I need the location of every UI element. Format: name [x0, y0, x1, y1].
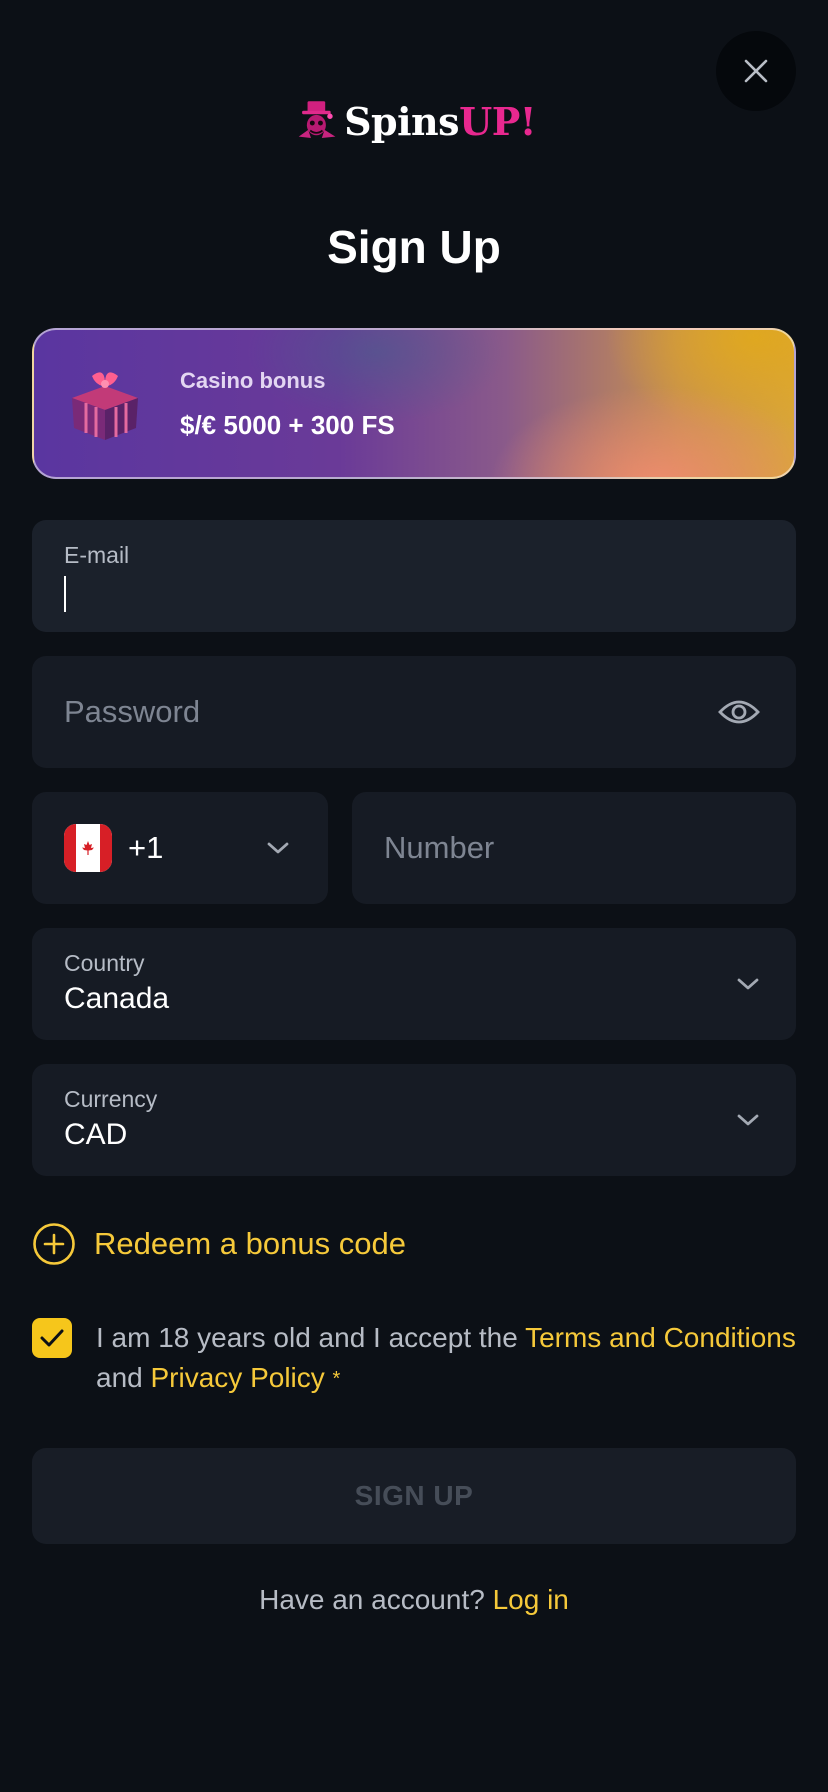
bonus-label: Casino bonus	[180, 368, 326, 393]
country-label: Country	[64, 950, 145, 976]
phone-number-field[interactable]: Number	[352, 792, 796, 904]
email-field[interactable]: E-mail	[32, 520, 796, 632]
gift-icon	[72, 372, 138, 440]
currency-dropdown	[736, 1064, 760, 1176]
redeem-bonus-code[interactable]: Redeem a bonus code	[32, 1222, 406, 1266]
plus-circle-icon	[33, 1223, 75, 1265]
checkmark-icon	[40, 1329, 64, 1347]
terms-link[interactable]: Terms and Conditions	[525, 1322, 796, 1353]
country-value: Canada	[64, 982, 170, 1015]
brand-logo: SpinsUP!	[296, 90, 536, 152]
login-link[interactable]: Log in	[493, 1584, 569, 1615]
terms-checkbox[interactable]	[32, 1318, 72, 1358]
currency-value: CAD	[64, 1118, 128, 1151]
password-field[interactable]: Password	[32, 656, 796, 768]
text-caret	[64, 576, 66, 612]
signup-button[interactable]: SIGN UP	[32, 1448, 796, 1544]
password-placeholder: Password	[64, 694, 201, 729]
canada-flag-icon	[64, 824, 112, 872]
currency-select[interactable]: Currency CAD	[32, 1064, 796, 1176]
email-label: E-mail	[64, 542, 130, 568]
login-prompt: Have an account? Log in	[0, 1584, 828, 1616]
phone-code-value: +1	[128, 830, 164, 865]
bonus-amount: $/€ 5000 + 300 FS	[180, 410, 395, 440]
redeem-label: Redeem a bonus code	[94, 1226, 406, 1261]
eye-icon	[718, 700, 760, 724]
signup-page: SpinsUP! Sign Up Casino bonus $/€ 5000 +…	[0, 0, 828, 1792]
terms-text: I am 18 years old and I accept the Terms…	[96, 1322, 796, 1393]
bonus-banner[interactable]: Casino bonus $/€ 5000 + 300 FS	[32, 328, 796, 479]
currency-label: Currency	[64, 1086, 158, 1112]
mascot-icon	[298, 101, 336, 138]
privacy-link[interactable]: Privacy Policy	[151, 1362, 325, 1393]
page-title: Sign Up	[327, 221, 501, 273]
chevron-down-icon	[737, 1114, 759, 1126]
phone-number-placeholder: Number	[384, 830, 495, 865]
phone-code-select[interactable]: +1	[32, 792, 328, 904]
chevron-down-icon	[737, 978, 759, 990]
login-prompt-text: Have an account?	[259, 1584, 485, 1615]
close-icon	[744, 59, 768, 83]
country-dropdown	[736, 928, 760, 1040]
phone-code-dropdown	[266, 792, 290, 904]
chevron-down-icon	[267, 842, 289, 854]
logo-text: SpinsUP!	[344, 98, 536, 144]
password-visibility-toggle[interactable]	[718, 656, 760, 768]
country-select[interactable]: Country Canada	[32, 928, 796, 1040]
required-mark: *	[332, 1368, 341, 1390]
close-button[interactable]	[716, 31, 796, 111]
